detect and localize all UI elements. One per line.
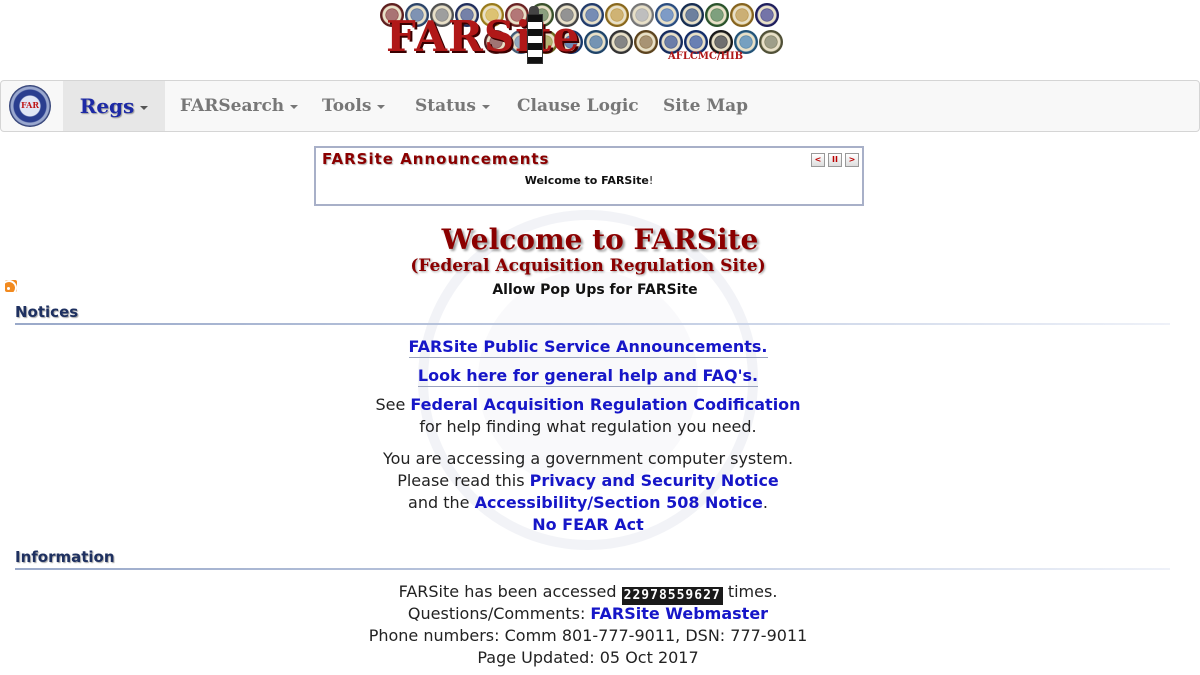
caret-down-icon [481,104,490,109]
help-faq-link[interactable]: Look here for general help and FAQ's. [417,366,759,387]
rss-feed-icon[interactable] [5,280,17,292]
welcome-title: Welcome to FARSite [441,223,759,256]
nav-clause-logic-link[interactable]: Clause Logic [517,81,639,131]
announcement-tail: ! [648,174,654,187]
nav-regs-label: Regs [79,94,135,118]
accessed-suffix-text: times. [727,582,778,601]
nav-tools-dropdown[interactable]: Tools [322,81,386,131]
period-text: . [762,493,768,512]
caret-down-icon [290,104,299,109]
accessed-prefix-text: FARSite has been accessed [398,582,617,601]
see-text: See [375,395,406,414]
agency-seal-icon [580,3,604,27]
accessibility-508-link[interactable]: Accessibility/Section 508 Notice [475,493,763,512]
gov-system-text: You are accessing a government computer … [382,449,794,468]
agency-seal-icon [634,30,658,54]
nav-farsearch-label: FARSearch [180,96,285,116]
phone-numbers-text: Phone numbers: Comm 801-777-9011, DSN: 7… [368,626,808,645]
please-read-text: Please read this [397,471,525,490]
agency-seal-icon [605,3,629,27]
questions-text: Questions/Comments: [407,604,586,623]
agency-seal-icon [584,30,608,54]
notices-heading: Notices [15,303,79,321]
agency-seal-icon [655,3,679,27]
caret-down-icon [140,105,149,110]
codification-help-text: for help finding what regulation you nee… [419,417,757,436]
questions-line: Questions/Comments: FARSite Webmaster [0,603,1176,625]
lighthouse-icon [526,6,543,64]
privacy-line: Please read this Privacy and Security No… [0,470,1176,492]
announcements-panel: FARSite Announcements < II > Welcome to … [314,146,864,206]
psa-link[interactable]: FARSite Public Service Announcements. [408,337,768,358]
allow-popups-text: Allow Pop Ups for FARSite [492,282,698,298]
and-the-text: and the [408,493,470,512]
information-divider [15,568,1170,570]
far-seal-logo-text: FAR [20,100,40,110]
page-updated-text: Page Updated: 05 Oct 2017 [477,648,699,667]
nav-farsearch-dropdown[interactable]: FARSearch [180,81,299,131]
agency-seal-icon [759,30,783,54]
caret-down-icon [377,104,386,109]
agency-seal-icon [755,3,779,27]
nav-regs-dropdown[interactable]: Regs [63,81,165,131]
information-heading: Information [15,548,115,566]
webmaster-link[interactable]: FARSite Webmaster [590,604,768,623]
prev-icon[interactable]: < [811,153,825,167]
agency-seal-icon [730,3,754,27]
main-navbar: FAR Regs FARSearch Tools Status Clause L… [0,80,1200,132]
agency-seal-icon [680,3,704,27]
agency-seal-icon [630,3,654,27]
far-seal-logo[interactable]: FAR [9,85,51,127]
accessibility-line: and the Accessibility/Section 508 Notice… [0,492,1176,514]
agency-seal-icon [609,30,633,54]
banner-logo-text: FARSite [386,12,581,61]
banner-subtitle: AFLCMC/HIB [668,51,744,62]
welcome-subtitle: (Federal Acquisition Regulation Site) [410,256,766,276]
nav-status-dropdown[interactable]: Status [415,81,490,131]
announcement-message: Welcome to FARSite! [316,174,862,187]
site-banner: FARSite AFLCMC/HIB [376,2,802,64]
privacy-security-link[interactable]: Privacy and Security Notice [530,471,779,490]
access-count-line: FARSite has been accessed 22978559627 ti… [0,581,1176,605]
agency-seal-icon [705,3,729,27]
far-codification-link[interactable]: Federal Acquisition Regulation Codificat… [410,395,800,414]
nav-status-label: Status [415,96,476,116]
nav-site-map-link[interactable]: Site Map [663,81,748,131]
nav-tools-label: Tools [322,96,372,116]
no-fear-act-link[interactable]: No FEAR Act [532,515,644,534]
announcements-title: FARSite Announcements [322,150,550,168]
announcement-bold: Welcome to FARSite [524,174,649,187]
next-icon[interactable]: > [845,153,859,167]
codification-line: See Federal Acquisition Regulation Codif… [0,394,1176,416]
notices-divider [15,323,1170,325]
pause-icon[interactable]: II [828,153,842,167]
